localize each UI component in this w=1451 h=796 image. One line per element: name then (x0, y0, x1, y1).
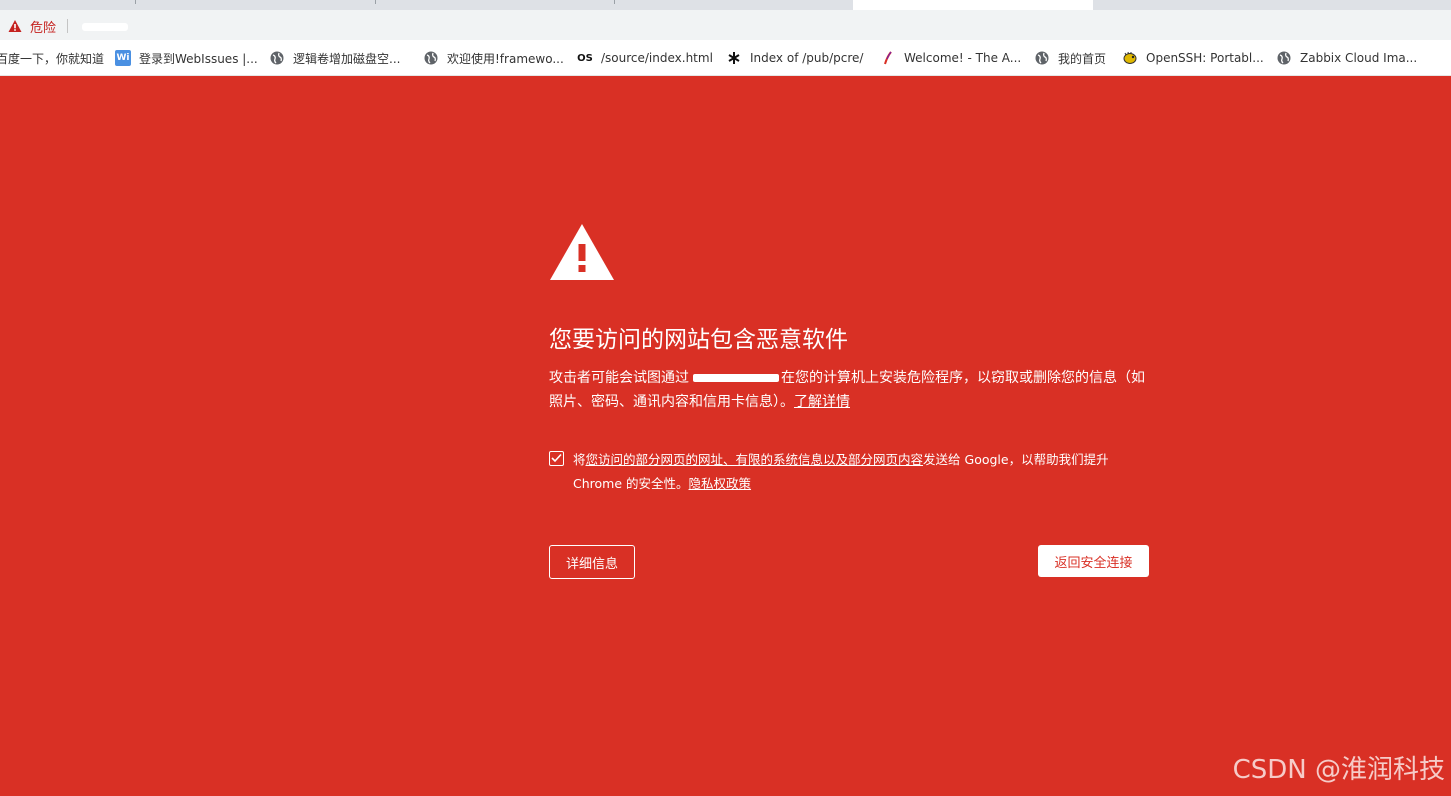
tab-separator (375, 0, 376, 4)
bookmark-item[interactable]: 百度一下，你就知道 (0, 40, 105, 75)
globe-icon (269, 50, 285, 66)
back-to-safety-button[interactable]: 返回安全连接 (1038, 545, 1149, 577)
asterisk-icon (726, 50, 742, 66)
os-icon: OS (577, 52, 593, 64)
globe-icon (1034, 50, 1050, 66)
bookmark-label: 逻辑卷增加磁盘空... (293, 51, 401, 66)
security-chip[interactable]: 危险 (8, 17, 57, 36)
bookmark-item[interactable]: OS /source/index.html (577, 40, 713, 75)
bookmarks-bar: 百度一下，你就知道 Wi 登录到WebIssues |... 逻辑卷增加磁盘空.… (0, 40, 1451, 76)
bookmark-item[interactable]: Zabbix Cloud Ima... (1276, 40, 1418, 75)
globe-icon (423, 50, 439, 66)
bookmark-item[interactable]: Welcome! - The A... (880, 40, 1022, 75)
webissues-icon: Wi (115, 50, 131, 66)
bookmark-item[interactable]: 逻辑卷增加磁盘空... (269, 40, 401, 75)
security-label: 危险 (30, 20, 57, 36)
active-tab[interactable] (853, 0, 1093, 10)
globe-icon (1276, 50, 1292, 66)
url-redacted[interactable] (82, 23, 128, 31)
warning-triangle-icon (550, 224, 614, 280)
page-title: 您要访问的网站包含恶意软件 (549, 327, 848, 353)
omnibox[interactable]: 危险 (0, 10, 1451, 40)
tab-separator (135, 0, 136, 4)
tab-strip (0, 0, 1451, 10)
details-button[interactable]: 详细信息 (549, 545, 635, 579)
reporting-checkbox[interactable] (549, 451, 564, 466)
bookmark-label: Welcome! - The A... (904, 51, 1022, 65)
bookmark-item[interactable]: 我的首页 (1034, 40, 1107, 75)
feather-icon (880, 50, 896, 66)
bookmark-item[interactable]: Wi 登录到WebIssues |... (115, 40, 258, 75)
chip-divider (67, 19, 68, 33)
bookmark-label: OpenSSH: Portabl... (1146, 51, 1264, 65)
watermark: CSDN @淮润科技 (1232, 755, 1445, 785)
danger-warning-icon (8, 20, 22, 32)
bookmark-item[interactable]: 欢迎使用!framewo... (423, 40, 564, 75)
bookmark-item[interactable]: OpenSSH: Portabl... (1122, 40, 1264, 75)
bookmark-label: Index of /pub/pcre/ (750, 51, 864, 65)
tab-separator (614, 0, 615, 4)
optin-prefix: 将 (573, 452, 586, 467)
threat-description: 攻击者可能会试图通过 在您的计算机上安装危险程序，以窃取或删除您的信息（如照片、密… (549, 366, 1149, 414)
checkmark-icon (551, 453, 562, 463)
bookmark-label: /source/index.html (601, 51, 713, 65)
optin-text: 将您访问的部分网页的网址、有限的系统信息以及部分网页内容发送给 Google，以… (573, 448, 1149, 496)
bookmark-item[interactable]: Index of /pub/pcre/ (726, 40, 864, 75)
bookmark-label: Zabbix Cloud Ima... (1300, 51, 1418, 65)
bookmark-label: 我的首页 (1058, 51, 1107, 66)
optin-details-link[interactable]: 您访问的部分网页的网址、有限的系统信息以及部分网页内容 (586, 452, 924, 467)
learn-more-link[interactable]: 了解详情 (794, 394, 850, 410)
puffer-icon (1122, 50, 1138, 66)
privacy-policy-link[interactable]: 隐私权政策 (689, 476, 752, 491)
extended-reporting-optin: 将您访问的部分网页的网址、有限的系统信息以及部分网页内容发送给 Google，以… (549, 448, 1149, 496)
bookmark-label: 欢迎使用!framewo... (447, 51, 564, 66)
bookmark-label: 百度一下，你就知道 (0, 51, 105, 66)
description-lead: 攻击者可能会试图通过 (549, 370, 689, 386)
bookmark-label: 登录到WebIssues |... (139, 51, 258, 66)
redacted-site (693, 374, 779, 382)
